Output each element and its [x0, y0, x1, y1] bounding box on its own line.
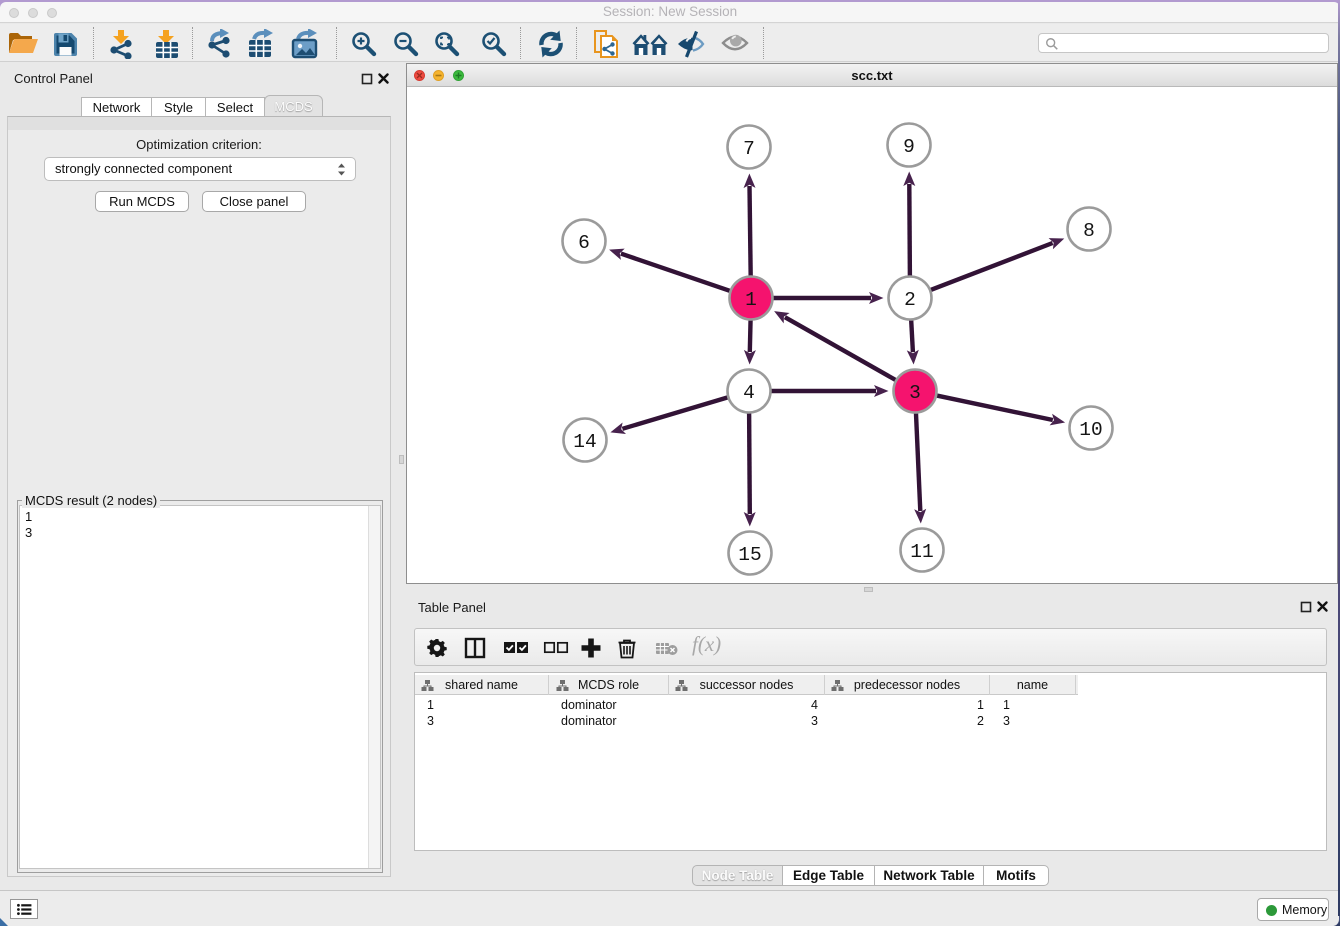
svg-text:8: 8 [1083, 220, 1095, 242]
svg-text:14: 14 [573, 431, 596, 453]
svg-text:9: 9 [903, 136, 915, 158]
svg-text:7: 7 [743, 138, 755, 160]
svg-text:1: 1 [745, 289, 757, 311]
svg-text:4: 4 [743, 382, 755, 404]
svg-text:3: 3 [909, 382, 921, 404]
svg-text:6: 6 [578, 232, 590, 254]
svg-text:15: 15 [738, 544, 761, 566]
svg-text:2: 2 [904, 289, 916, 311]
svg-text:11: 11 [910, 541, 933, 563]
svg-text:10: 10 [1079, 419, 1102, 441]
